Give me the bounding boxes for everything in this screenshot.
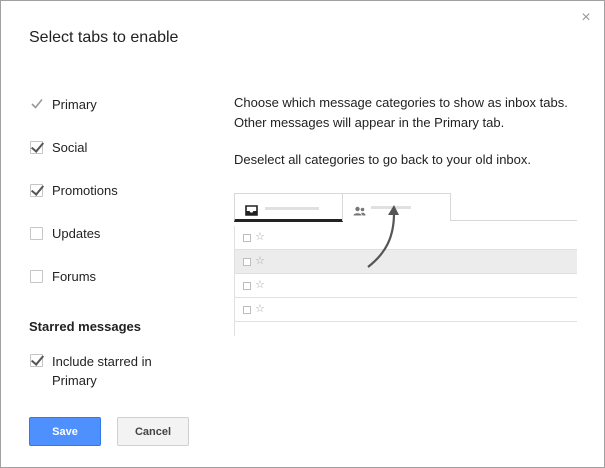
tab-option-label: Forums: [52, 268, 97, 284]
inbox-preview: ☆ ☆ ☆ ☆: [234, 193, 577, 336]
starred-checkbox[interactable]: [30, 354, 43, 367]
tab-option-updates[interactable]: Updates: [30, 223, 100, 243]
starred-label: Include starred in Primary: [52, 354, 152, 388]
tab-settings-dialog: Select tabs to enable × Primary Social P…: [0, 0, 605, 468]
tab-option-social[interactable]: Social: [30, 137, 87, 157]
placeholder-bar: [265, 207, 319, 210]
updates-checkbox[interactable]: [30, 226, 43, 240]
tab-option-label: Social: [52, 139, 88, 155]
preview-tab-primary: [234, 193, 343, 222]
save-button[interactable]: Save: [29, 417, 101, 446]
cancel-button[interactable]: Cancel: [117, 417, 189, 446]
tab-option-promotions[interactable]: Promotions: [30, 180, 118, 200]
starred-heading: Starred messages: [29, 319, 142, 334]
tab-option-label: Primary: [52, 96, 97, 112]
row-checkbox-icon: [243, 234, 251, 242]
preview-row: [234, 322, 577, 336]
forums-checkbox[interactable]: [30, 269, 43, 283]
row-checkbox-icon: [243, 282, 251, 290]
tab-option-label: Updates: [52, 225, 101, 241]
tab-option-primary: Primary: [30, 94, 97, 114]
preview-row: ☆: [234, 274, 577, 298]
star-icon: ☆: [255, 303, 265, 315]
curved-arrow-icon: [367, 205, 399, 268]
star-icon: ☆: [255, 279, 265, 291]
star-icon: ☆: [255, 255, 265, 267]
starred-option[interactable]: Include starred in Primary: [30, 352, 172, 390]
close-icon[interactable]: ×: [578, 10, 594, 26]
inbox-icon: [245, 203, 258, 221]
row-checkbox-icon: [243, 306, 251, 314]
description-text: Deselect all categories to go back to yo…: [234, 152, 532, 167]
preview-row: ☆: [234, 298, 577, 322]
row-checkbox-icon: [243, 258, 251, 266]
star-icon: ☆: [255, 231, 265, 243]
tab-option-label: Promotions: [52, 182, 118, 198]
tab-option-forums[interactable]: Forums: [30, 266, 96, 286]
promotions-checkbox[interactable]: [30, 183, 43, 197]
description: Choose which message categories to show …: [234, 93, 574, 170]
check-mark-icon: [30, 97, 44, 111]
social-checkbox[interactable]: [30, 140, 43, 154]
dialog-title: Select tabs to enable: [29, 29, 179, 46]
description-text: Choose which message categories to show …: [234, 95, 568, 130]
